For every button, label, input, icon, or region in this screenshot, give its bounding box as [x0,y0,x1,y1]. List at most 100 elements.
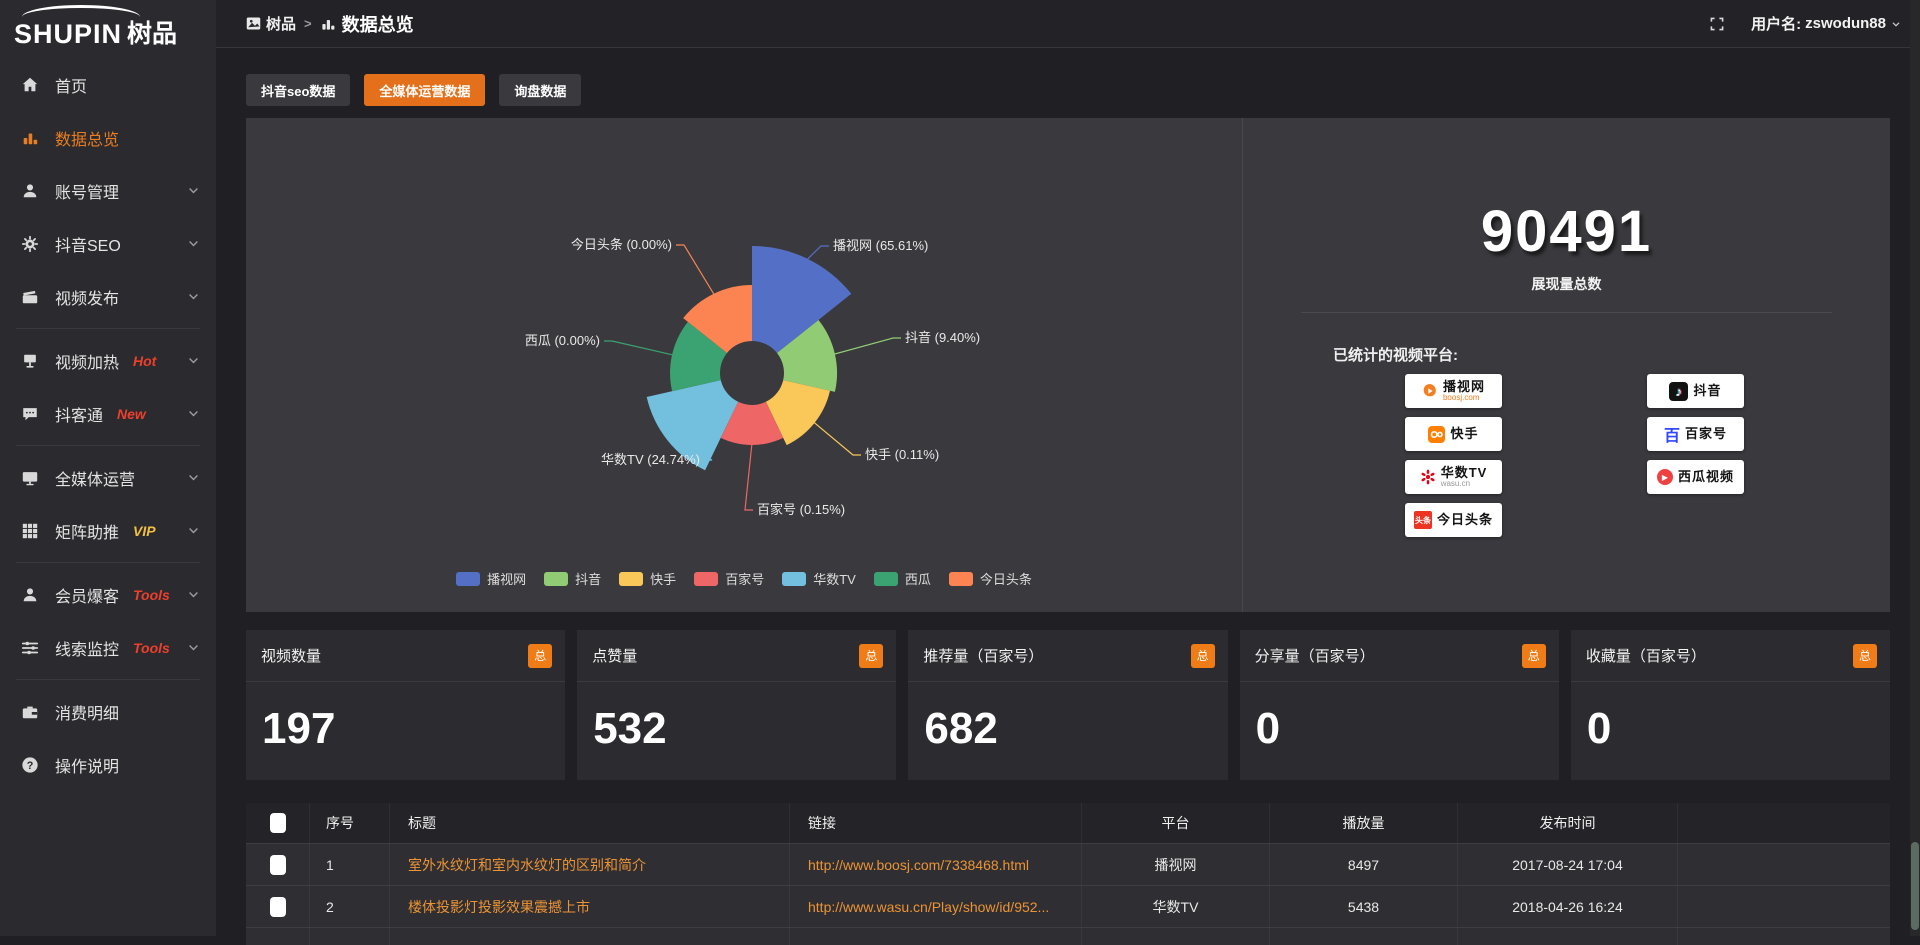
chevron-down-icon [187,237,200,250]
platform-logos-right: ♪抖音百百家号▶西瓜视频 [1647,374,1744,494]
chart-legend: 播视网抖音快手百家号华数TV 西瓜今日头条 [246,569,1242,588]
monitor-icon [20,468,40,488]
legend-item-2[interactable]: 快手 [619,569,676,588]
sidebar-divider [16,445,200,446]
legend-item-3[interactable]: 百家号 [694,569,764,588]
row-checkbox[interactable] [270,855,286,875]
legend-swatch [456,572,480,586]
sidebar-item-label: 会员爆客 [55,583,119,607]
heat-board-icon [20,351,40,371]
pie-label: 西瓜 (0.00%) [525,333,600,348]
video-url-link[interactable]: http://www.wasu.cn/Play/show/id/952... [790,886,1082,927]
stat-card-value: 197 [246,682,565,754]
select-all-checkbox[interactable] [270,813,286,833]
sidebar-item-label: 数据总览 [55,126,119,150]
sidebar-item-label: 操作说明 [55,753,119,777]
gear-icon [20,234,40,254]
video-title-link[interactable]: 楼体投影灯投影效果震撼上市 [390,886,790,927]
kuaishou-logo: 快手 [1405,417,1502,451]
sidebar-item-9[interactable]: 全媒体运营 [0,451,216,504]
sidebar-item-2[interactable]: 账号管理 [0,164,216,217]
table-row-1[interactable]: 2楼体投影灯投影效果震撼上市http://www.wasu.cn/Play/sh… [246,885,1890,927]
video-title-link[interactable]: 室外水纹灯和室内水纹灯的区别和简介 [390,844,790,885]
sidebar-item-4[interactable]: 视频发布 [0,270,216,323]
sidebar-menu: 首页数据总览账号管理抖音SEO 视频发布视频加热Hot抖客通New 全媒体运营矩阵助… [0,58,216,791]
chevron-down-icon [187,354,200,367]
sidebar-item-3[interactable]: 抖音SEO [0,217,216,270]
sidebar-item-6[interactable]: 视频加热Hot [0,334,216,387]
sidebar-item-badge: Hot [133,353,156,369]
sidebar-item-label: 抖客通 [55,402,103,426]
page-scrollbar[interactable] [1910,0,1920,936]
sidebar-item-1[interactable]: 数据总览 [0,111,216,164]
sidebar-item-7[interactable]: 抖客通New [0,387,216,440]
stat-card-value: 0 [1240,682,1559,754]
douyin-icon: ♪ [1669,382,1688,401]
chevron-down-icon [187,290,200,303]
label-line [806,246,829,260]
table-row-0[interactable]: 1室外水纹灯和室内水纹灯的区别和简介http://www.boosj.com/7… [246,843,1890,885]
legend-item-5[interactable]: 西瓜 [874,569,931,588]
sidebar-item-16[interactable]: ?操作说明 [0,738,216,791]
fullscreen-icon[interactable] [1709,16,1725,32]
sidebar-item-12[interactable]: 会员爆客 Tools [0,568,216,621]
breadcrumb-current: 数据总览 [320,11,414,37]
sidebar-item-badge: Tools [133,640,170,656]
sidebar-item-badge: Tools [133,587,170,603]
total-badge[interactable]: 总 [859,644,883,668]
user-icon [20,181,40,201]
data-tabs: 抖音seo数据全媒体运营数据询盘数据 [246,74,581,106]
legend-swatch [694,572,718,586]
chevron-down-icon [187,407,200,420]
legend-swatch [782,572,806,586]
scrollbar-thumb[interactable] [1911,842,1919,930]
total-badge[interactable]: 总 [1522,644,1546,668]
row-checkbox[interactable] [270,897,286,917]
tab-1[interactable]: 全媒体运营数据 [364,74,485,106]
wallet-icon [20,702,40,722]
legend-swatch [619,572,643,586]
stat-card-value: 532 [577,682,896,754]
breadcrumb-root[interactable]: 树品 [246,13,296,34]
sidebar-item-label: 全媒体运营 [55,466,135,490]
baijiahao-logo: 百百家号 [1647,417,1744,451]
username: zswodun88 [1805,15,1886,32]
sidebar-item-0[interactable]: 首页 [0,58,216,111]
label-line [676,245,715,296]
table-row-partial[interactable] [246,927,1890,945]
sidebar-item-15[interactable]: 消费明细 [0,685,216,738]
wasu-logo: 华数TVwasu.cn [1405,460,1502,494]
bar-chart-icon [20,128,40,148]
pie-label: 华数TV (24.74%) [601,452,700,467]
rose-chart[interactable]: 播视网 (65.61%)抖音 (9.40%)快手 (0.11%)百家号 (0.1… [246,118,1242,612]
app-logo[interactable]: SHUPIN 树品 [0,0,216,58]
toutiao-logo: 头条今日头条 [1405,503,1502,537]
platform-logos-left: 播视网boosj.com快手华数TVwasu.cn头条今日头条 [1405,374,1502,537]
home-icon [20,75,40,95]
table-header: 序号标题链接平台播放量发布时间 [246,803,1890,843]
sidebar-item-label: 抖音SEO [55,232,121,256]
platforms-label: 已统计的视频平台: [1333,344,1458,365]
sidebar-item-label: 矩阵助推 [55,519,119,543]
label-line [813,422,861,455]
chevron-down-icon [1890,18,1902,30]
chevron-down-icon [187,641,200,654]
stat-card-value: 682 [908,682,1227,754]
video-url-link[interactable]: http://www.boosj.com/7338468.html [790,844,1082,885]
sidebar-item-badge: VIP [133,523,156,539]
sidebar-item-10[interactable]: 矩阵助推 VIP [0,504,216,557]
legend-item-0[interactable]: 播视网 [456,569,526,588]
breadcrumb: 树品 > 数据总览 [246,11,414,37]
legend-item-4[interactable]: 华数TV [782,569,856,588]
tab-2[interactable]: 询盘数据 [499,74,581,106]
grid-icon [20,521,40,541]
tab-0[interactable]: 抖音seo数据 [246,74,350,106]
legend-item-1[interactable]: 抖音 [544,569,601,588]
user-menu[interactable]: 用户名: zswodun88 [1751,13,1902,34]
legend-item-6[interactable]: 今日头条 [949,569,1032,588]
total-badge[interactable]: 总 [528,644,552,668]
total-badge[interactable]: 总 [1191,644,1215,668]
sliders-icon [20,638,40,658]
sidebar-item-13[interactable]: 线索监控Tools [0,621,216,674]
total-badge[interactable]: 总 [1853,644,1877,668]
